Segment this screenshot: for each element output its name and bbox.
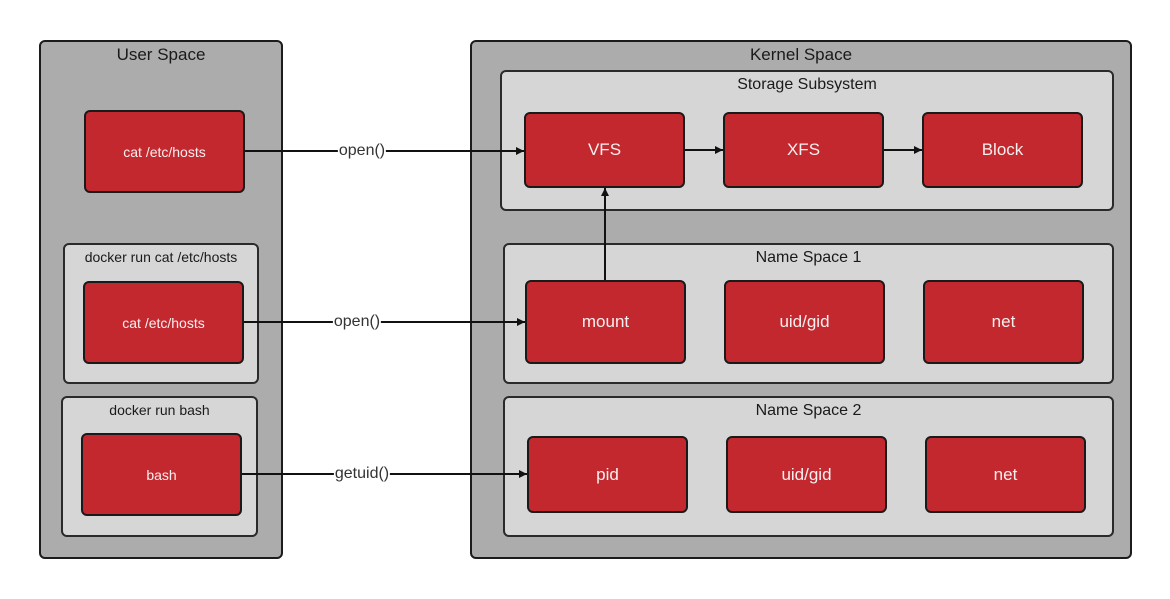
node-ns2-net[interactable]: net: [925, 436, 1086, 513]
container-docker-run-cat-title: docker run cat /etc/hosts: [84, 249, 238, 265]
node-ns2-uid-gid[interactable]: uid/gid: [726, 436, 887, 513]
node-vfs[interactable]: VFS: [524, 112, 685, 188]
edge-label-open-2: open(): [332, 313, 382, 331]
container-process-bash[interactable]: bash: [81, 433, 242, 516]
container-process-cat-hosts[interactable]: cat /etc/hosts: [83, 281, 244, 364]
namespace-2-title: Name Space 2: [755, 402, 862, 419]
storage-subsystem-title: Storage Subsystem: [737, 76, 877, 93]
edge-label-open-1: open(): [337, 142, 387, 160]
node-ns2-pid[interactable]: pid: [527, 436, 688, 513]
kernel-space-title: Kernel Space: [749, 45, 853, 64]
node-ns1-uid-gid[interactable]: uid/gid: [724, 280, 885, 364]
user-space-title: User Space: [116, 45, 206, 64]
edge-label-getuid: getuid(): [333, 465, 391, 483]
container-docker-run-bash-title: docker run bash: [109, 402, 210, 418]
namespace-1-title: Name Space 1: [755, 249, 862, 266]
node-xfs[interactable]: XFS: [723, 112, 884, 188]
node-block[interactable]: Block: [922, 112, 1083, 188]
node-ns1-mount[interactable]: mount: [525, 280, 686, 364]
user-process-cat-hosts[interactable]: cat /etc/hosts: [84, 110, 245, 193]
node-ns1-net[interactable]: net: [923, 280, 1084, 364]
